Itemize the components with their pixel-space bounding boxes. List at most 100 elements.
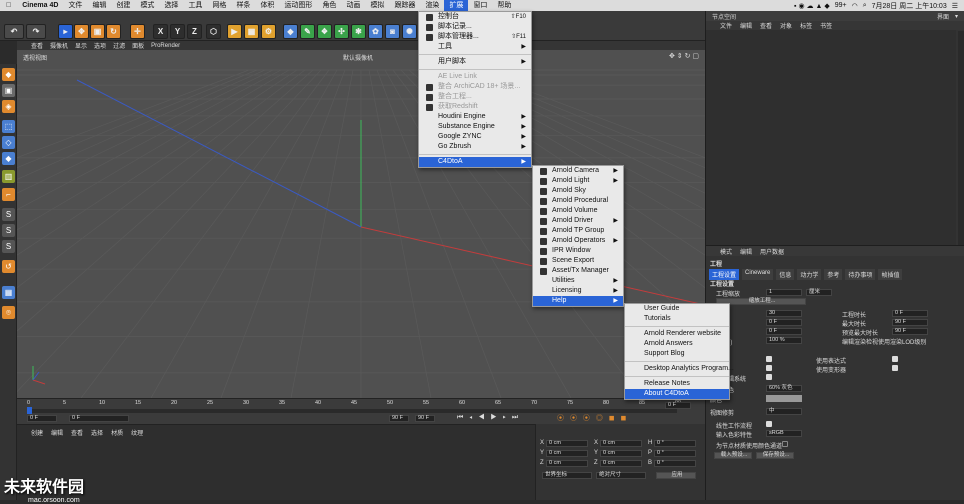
color-swatch[interactable] bbox=[766, 395, 802, 402]
scale-tool-icon[interactable]: ▣ bbox=[90, 24, 105, 39]
menu-item[interactable]: About C4DtoA bbox=[625, 389, 729, 399]
object-tree[interactable] bbox=[706, 30, 956, 245]
current-frame-field[interactable]: 0 F bbox=[69, 415, 129, 422]
menubar-item[interactable]: 创建 bbox=[111, 0, 135, 11]
coord-field[interactable]: 0 cm bbox=[546, 450, 588, 457]
keyframe-controls[interactable]: ⦿ ⦿ ⦿ ◎ ◼ ◼ bbox=[557, 413, 628, 423]
viewport-menu-item[interactable]: ProRender bbox=[151, 43, 180, 49]
object-color-select[interactable]: 60% 灰色 bbox=[766, 385, 802, 392]
attributes-menu-item[interactable]: 模式 bbox=[720, 247, 732, 256]
load-preset-button[interactable]: 载入预设... bbox=[714, 452, 752, 459]
material-menu-item[interactable]: 纹理 bbox=[131, 428, 143, 437]
axis-mode-icon[interactable]: ⌐ bbox=[2, 188, 15, 201]
wifi-icon[interactable]: ◠ bbox=[852, 2, 858, 10]
timeline-ruler[interactable]: 051015202530354045505560657075808590 bbox=[27, 400, 681, 409]
make-editable-icon[interactable]: ◆ bbox=[2, 68, 15, 81]
menu-item[interactable]: Arnold Driver ▶ bbox=[533, 216, 623, 226]
viewport-menu-item[interactable]: 显示 bbox=[75, 41, 87, 50]
app-menu[interactable]: Cinema 4D bbox=[17, 0, 63, 11]
coord-field[interactable]: 0 cm bbox=[546, 460, 588, 467]
undo-icon[interactable]: ↶ bbox=[4, 24, 24, 39]
menu-item[interactable]: Houdini Engine ▶ bbox=[419, 112, 531, 122]
magnet-icon[interactable]: ↺ bbox=[2, 260, 15, 273]
scene-icon[interactable]: ✿ bbox=[368, 24, 383, 39]
menu-item[interactable]: Help ▶ bbox=[533, 296, 623, 306]
layout-label[interactable]: 界面 bbox=[937, 12, 949, 21]
cube-icon[interactable]: ◆ bbox=[283, 24, 298, 39]
menu-item[interactable]: IPR Window bbox=[533, 246, 623, 256]
menu-item[interactable]: Arnold Camera ▶ bbox=[533, 166, 623, 176]
scale-field[interactable]: 1 bbox=[766, 289, 802, 296]
attr-field-input[interactable]: 100 % bbox=[766, 337, 802, 344]
search-icon[interactable]: ⌕ bbox=[863, 2, 867, 10]
attr-field-input[interactable]: 0 F bbox=[766, 328, 802, 335]
menu-item[interactable]: Arnold Answers bbox=[625, 339, 729, 349]
coord-field[interactable]: 0 ° bbox=[654, 460, 696, 467]
list-icon[interactable]: ☰ bbox=[952, 2, 958, 10]
menubar-item[interactable]: 渲染 bbox=[420, 0, 444, 11]
apple-icon[interactable]:  bbox=[0, 0, 17, 11]
coord-field[interactable]: 0 cm bbox=[546, 440, 588, 447]
material-menu-item[interactable]: 创建 bbox=[31, 428, 43, 437]
max-frame-field[interactable]: 90 F bbox=[415, 415, 435, 422]
select-tool-icon[interactable]: ▸ bbox=[58, 24, 73, 39]
attributes-menu-item[interactable]: 编辑 bbox=[740, 247, 752, 256]
menubar-item[interactable]: 扩展 bbox=[444, 0, 469, 11]
node-color-checkbox[interactable] bbox=[782, 441, 788, 447]
viewport-camera-label[interactable]: 默认摄像机 bbox=[343, 53, 373, 62]
points-mode-icon[interactable]: ⬚ bbox=[2, 120, 15, 133]
attr-field-input[interactable]: 0 F bbox=[892, 310, 928, 317]
menu-item[interactable]: User Guide bbox=[625, 304, 729, 314]
menubar-item[interactable]: 模式 bbox=[135, 0, 159, 11]
menubar-item[interactable]: 选择 bbox=[159, 0, 183, 11]
size-mode-select[interactable]: 绝对尺寸 bbox=[596, 472, 646, 479]
model-mode-icon[interactable]: ▣ bbox=[2, 84, 15, 97]
material-menu-item[interactable]: 选择 bbox=[91, 428, 103, 437]
menubar-item[interactable]: 体积 bbox=[255, 0, 279, 11]
menubar-item[interactable]: 网格 bbox=[207, 0, 231, 11]
menu-item[interactable]: Arnold Volume bbox=[533, 206, 623, 216]
deformer-icon[interactable]: ✱ bbox=[351, 24, 366, 39]
menubar-item[interactable]: 文件 bbox=[63, 0, 87, 11]
menu-item[interactable]: 脚本管理器... ⇧F11 bbox=[419, 32, 531, 42]
coord-field[interactable]: 0 ° bbox=[654, 440, 696, 447]
menu-item[interactable]: Utilities ▶ bbox=[533, 276, 623, 286]
attr-tab[interactable]: 动力学 bbox=[797, 269, 822, 280]
menu-item[interactable]: Support Blog bbox=[625, 349, 729, 359]
input-color-select[interactable]: sRGB bbox=[766, 430, 802, 437]
redo-icon[interactable]: ↷ bbox=[26, 24, 46, 39]
playback-controls[interactable]: ⏮ ◂ ◀ ▶ ▸ ⏭ bbox=[457, 414, 520, 422]
render-settings-icon[interactable]: ⚙ bbox=[261, 24, 276, 39]
edges-mode-icon[interactable]: ◇ bbox=[2, 136, 15, 149]
menu-item[interactable]: Licensing ▶ bbox=[533, 286, 623, 296]
menubar-item[interactable]: 帮助 bbox=[492, 0, 516, 11]
objects-menu-item[interactable]: 标签 bbox=[800, 21, 812, 30]
menu-item[interactable]: Go Zbrush ▶ bbox=[419, 142, 531, 152]
menu-item[interactable]: Substance Engine ▶ bbox=[419, 122, 531, 132]
material-menu-item[interactable]: 材质 bbox=[111, 428, 123, 437]
viewport-menu-item[interactable]: 选项 bbox=[94, 41, 106, 50]
menu-item[interactable]: 用户脚本 ▶ bbox=[419, 57, 531, 67]
uv-mode-icon[interactable]: ▥ bbox=[2, 170, 15, 183]
attr-checkbox[interactable] bbox=[892, 356, 898, 362]
menubar-item[interactable]: 工具 bbox=[183, 0, 207, 11]
end-frame-field[interactable]: 90 F bbox=[389, 415, 409, 422]
coord-field[interactable]: 0 ° bbox=[654, 450, 696, 457]
menu-item[interactable]: Arnold Sky bbox=[533, 186, 623, 196]
menubar-item[interactable]: 动画 bbox=[341, 0, 365, 11]
attr-tab[interactable]: 参考 bbox=[824, 269, 843, 280]
attr-tab[interactable]: 待办事项 bbox=[845, 269, 876, 280]
menu-item[interactable]: Arnold Procedural bbox=[533, 196, 623, 206]
axis-z-toggle[interactable]: Z bbox=[187, 24, 202, 39]
attr-field-input[interactable]: 90 F bbox=[892, 319, 928, 326]
axis-y-toggle[interactable]: Y bbox=[170, 24, 185, 39]
attributes-menu-item[interactable]: 用户数据 bbox=[760, 247, 784, 256]
menu-item[interactable]: Desktop Analytics Program... bbox=[625, 364, 734, 374]
attr-checkbox[interactable] bbox=[766, 365, 772, 371]
objects-menu-item[interactable]: 书签 bbox=[820, 21, 832, 30]
objects-menu-item[interactable]: 对象 bbox=[780, 21, 792, 30]
menubar-item[interactable]: 模拟 bbox=[365, 0, 389, 11]
menubar-item[interactable]: 样条 bbox=[231, 0, 255, 11]
menu-item[interactable]: Tutorials bbox=[625, 314, 729, 324]
attr-field-input[interactable]: 0 F bbox=[766, 319, 802, 326]
